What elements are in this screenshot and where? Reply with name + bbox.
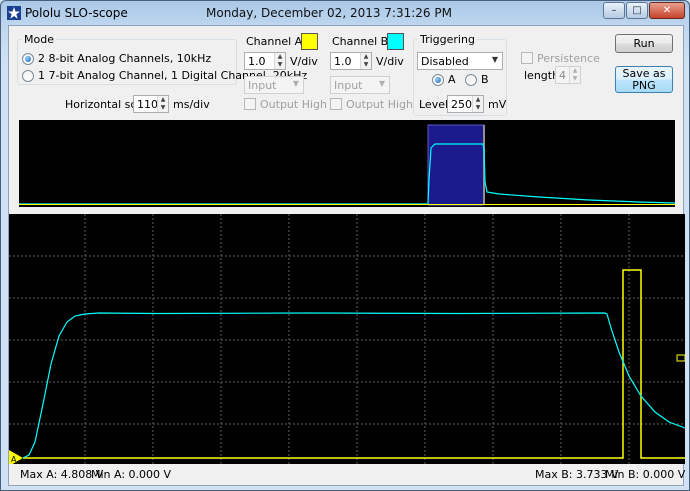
- min-b-readout: Min B: 0.000 V: [605, 468, 686, 481]
- chevron-down-icon: ▼: [292, 79, 299, 88]
- channel-b-vdiv-input[interactable]: 1.0 ▲ ▼: [330, 52, 372, 70]
- trigger-source-a-label: A: [448, 73, 456, 86]
- channel-a-color-swatch[interactable]: [301, 33, 318, 50]
- run-button[interactable]: Run: [615, 34, 673, 53]
- mode-radio-1ch[interactable]: [22, 70, 34, 82]
- horizontal-scale-spinner[interactable]: ▲ ▼: [157, 96, 168, 112]
- horizontal-scale-unit: ms/div: [173, 98, 210, 111]
- overview-scope-display[interactable]: [19, 120, 676, 207]
- main-trace-b: [22, 312, 686, 459]
- trigger-source-a-radio[interactable]: [432, 74, 444, 86]
- channel-b-label: Channel B: [332, 35, 389, 48]
- persistence-checkbox[interactable]: [521, 52, 533, 64]
- trigger-level-unit: mV: [488, 98, 507, 111]
- persistence-length-spinner[interactable]: ▲ ▼: [569, 67, 580, 83]
- window-datetime: Monday, December 02, 2013 7:31:26 PM: [206, 6, 452, 20]
- persistence-label: Persistence: [537, 52, 600, 65]
- spin-up-icon[interactable]: ▲: [361, 53, 371, 61]
- main-waveform: A: [9, 214, 686, 466]
- spin-down-icon[interactable]: ▼: [275, 61, 285, 69]
- channel-a-input-value: Input: [248, 79, 277, 92]
- close-button[interactable]: ✕: [649, 2, 685, 19]
- title-bar[interactable]: Pololu SLO-scope Monday, December 02, 20…: [1, 1, 689, 25]
- channel-a-input-select[interactable]: Input ▼: [244, 76, 304, 94]
- channel-a-vdiv-input[interactable]: 1.0 ▲ ▼: [244, 52, 286, 70]
- channel-b-input-select[interactable]: Input ▼: [330, 76, 390, 94]
- persistence-length-value: 4: [559, 69, 566, 82]
- spin-down-icon[interactable]: ▼: [473, 104, 483, 112]
- horizontal-scale-value: 110: [137, 98, 158, 111]
- min-a-readout: Min A: 0.000 V: [91, 468, 172, 481]
- channel-b-vdiv-unit: V/div: [376, 55, 404, 68]
- persistence-length-input[interactable]: 4 ▲ ▼: [555, 66, 581, 84]
- mode-group-label: Mode: [22, 33, 56, 46]
- spin-down-icon[interactable]: ▼: [158, 104, 168, 112]
- trigger-mode-select[interactable]: Disabled ▼: [417, 52, 503, 70]
- overview-waveform: [19, 124, 676, 206]
- channel-b-output-high-checkbox[interactable]: [330, 98, 342, 110]
- channel-b-color-swatch[interactable]: [387, 33, 404, 50]
- spin-up-icon[interactable]: ▲: [473, 96, 483, 104]
- window-title: Pololu SLO-scope: [25, 6, 128, 20]
- mode-radio-2ch[interactable]: [22, 53, 34, 65]
- chevron-down-icon: ▼: [491, 55, 498, 64]
- close-icon: ✕: [662, 5, 672, 16]
- channel-a-label: Channel A: [246, 35, 303, 48]
- trigger-source-b-label: B: [481, 73, 489, 86]
- horizontal-scale-input[interactable]: 110 ▲ ▼: [133, 95, 169, 113]
- minimize-icon: –: [611, 5, 617, 16]
- channel-a-output-high-label: Output High: [260, 98, 327, 111]
- trigger-source-b-radio[interactable]: [465, 74, 477, 86]
- maximize-icon: □: [632, 5, 642, 16]
- channel-a-vdiv-unit: V/div: [290, 55, 318, 68]
- mode-option-2ch-label: 2 8-bit Analog Channels, 10kHz: [38, 52, 212, 65]
- spin-up-icon[interactable]: ▲: [570, 67, 580, 75]
- spin-up-icon[interactable]: ▲: [158, 96, 168, 104]
- main-scope-display[interactable]: A: [9, 214, 686, 466]
- scope-grid: [9, 214, 685, 464]
- save-png-button[interactable]: Save as PNG: [615, 66, 673, 93]
- spin-up-icon[interactable]: ▲: [275, 53, 285, 61]
- triggering-group-label: Triggering: [418, 33, 477, 46]
- channel-b-vdiv-value: 1.0: [334, 55, 352, 68]
- maximize-button[interactable]: □: [626, 2, 648, 19]
- channel-a-output-high-checkbox[interactable]: [244, 98, 256, 110]
- spin-down-icon[interactable]: ▼: [570, 75, 580, 83]
- trigger-mode-value: Disabled: [421, 55, 469, 68]
- client-area: Mode 2 8-bit Analog Channels, 10kHz 1 7-…: [8, 25, 686, 486]
- channel-a-offset-marker[interactable]: [676, 354, 686, 362]
- pololu-logo-icon: [7, 6, 21, 20]
- overview-trace-b: [19, 143, 676, 205]
- trigger-marker-label: A: [11, 455, 17, 464]
- channel-b-vdiv-spinner[interactable]: ▲ ▼: [360, 53, 371, 69]
- trigger-level-input[interactable]: 2500 ▲ ▼: [447, 95, 484, 113]
- channel-b-input-value: Input: [334, 79, 363, 92]
- overview-view-window[interactable]: [427, 124, 485, 206]
- channel-b-output-high-label: Output High: [346, 98, 413, 111]
- minimize-button[interactable]: –: [603, 2, 625, 19]
- spin-down-icon[interactable]: ▼: [361, 61, 371, 69]
- app-window: Pololu SLO-scope Monday, December 02, 20…: [0, 0, 690, 491]
- trigger-level-spinner[interactable]: ▲ ▼: [472, 96, 483, 112]
- channel-a-vdiv-spinner[interactable]: ▲ ▼: [274, 53, 285, 69]
- chevron-down-icon: ▼: [378, 79, 385, 88]
- channel-a-vdiv-value: 1.0: [248, 55, 266, 68]
